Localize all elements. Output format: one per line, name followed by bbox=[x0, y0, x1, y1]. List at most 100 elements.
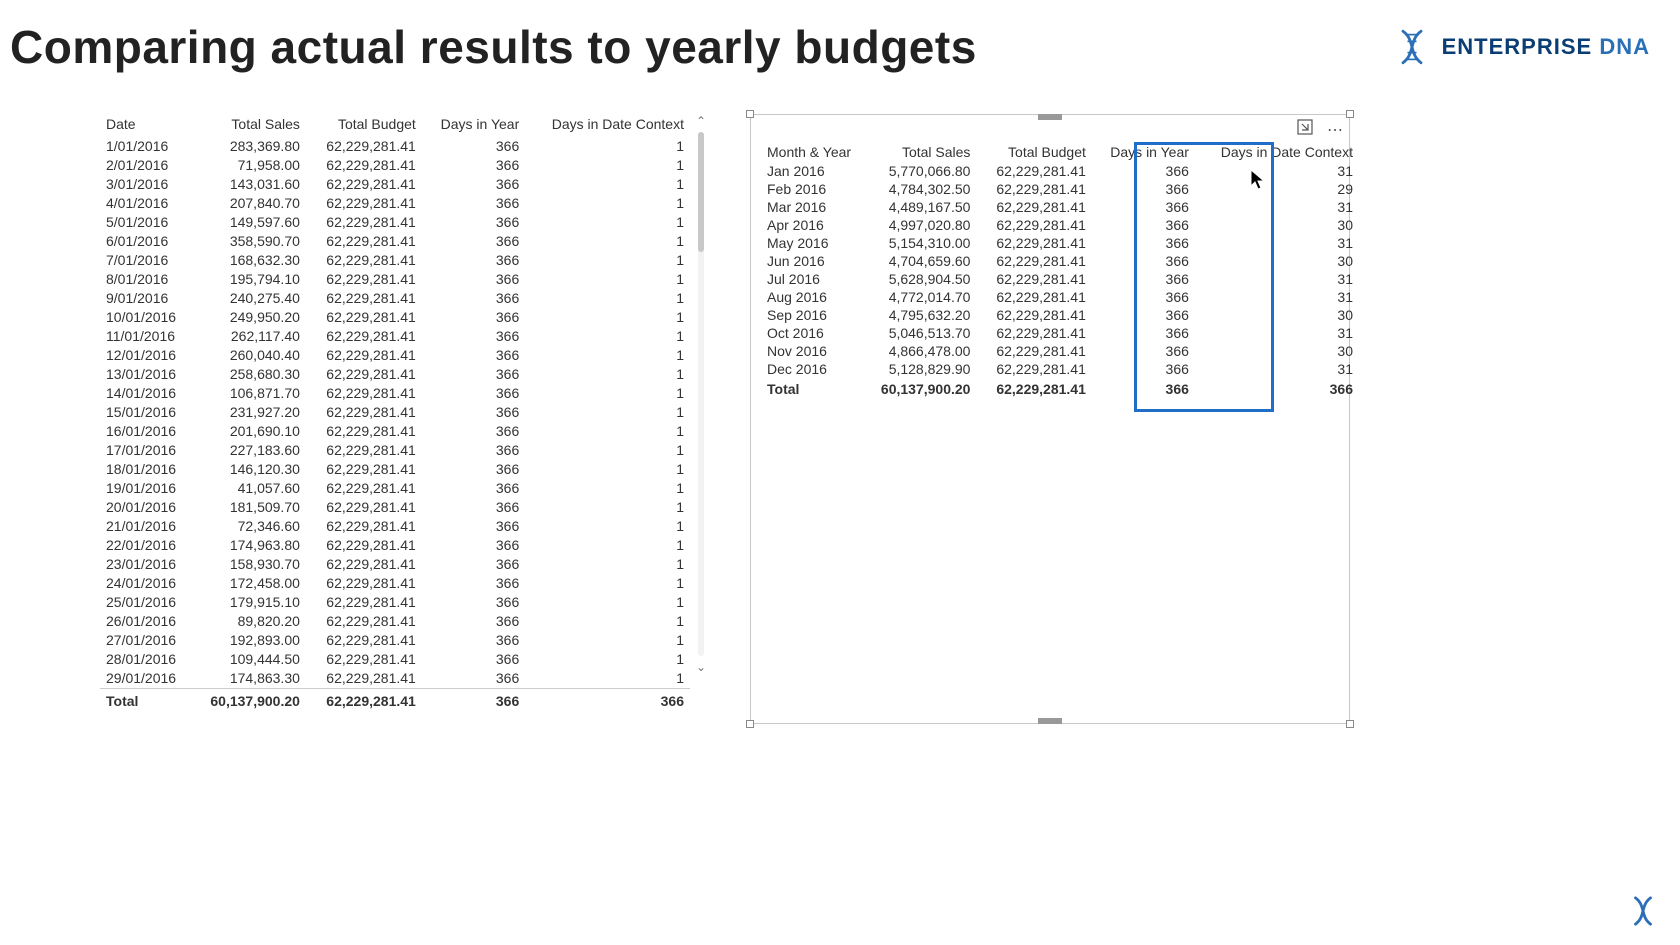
table-cell[interactable]: 62,229,281.41 bbox=[306, 289, 422, 308]
monthly-table-visual[interactable]: ⋯ Month & YearTotal SalesTotal BudgetDay… bbox=[750, 114, 1350, 724]
table-cell[interactable]: 1 bbox=[525, 270, 690, 289]
table-cell[interactable]: 366 bbox=[1092, 162, 1195, 180]
table-row[interactable]: 3/01/2016143,031.6062,229,281.413661 bbox=[100, 175, 690, 194]
table-cell[interactable]: 1 bbox=[525, 517, 690, 536]
table-row[interactable]: Dec 20165,128,829.9062,229,281.4136631 bbox=[761, 360, 1359, 378]
table-cell[interactable]: 6/01/2016 bbox=[100, 232, 190, 251]
table-cell[interactable]: 62,229,281.41 bbox=[306, 536, 422, 555]
table-cell[interactable]: 62,229,281.41 bbox=[306, 384, 422, 403]
table-row[interactable]: 25/01/2016179,915.1062,229,281.413661 bbox=[100, 593, 690, 612]
table-cell[interactable]: 62,229,281.41 bbox=[306, 479, 422, 498]
table-row[interactable]: Jan 20165,770,066.8062,229,281.4136631 bbox=[761, 162, 1359, 180]
table-row[interactable]: 21/01/201672,346.6062,229,281.413661 bbox=[100, 517, 690, 536]
column-header[interactable]: Month & Year bbox=[761, 143, 861, 162]
table-cell[interactable]: 62,229,281.41 bbox=[976, 234, 1091, 252]
table-cell[interactable]: 174,863.30 bbox=[190, 669, 306, 689]
table-cell[interactable]: 258,680.30 bbox=[190, 365, 306, 384]
table-row[interactable]: Nov 20164,866,478.0062,229,281.4136630 bbox=[761, 342, 1359, 360]
table-cell[interactable]: Apr 2016 bbox=[761, 216, 861, 234]
table-cell[interactable]: 1 bbox=[525, 403, 690, 422]
table-cell[interactable]: 41,057.60 bbox=[190, 479, 306, 498]
column-header[interactable]: Days in Date Context bbox=[1195, 143, 1359, 162]
table-cell[interactable]: 4,489,167.50 bbox=[861, 198, 976, 216]
table-cell[interactable]: 366 bbox=[422, 270, 525, 289]
table-cell[interactable]: 23/01/2016 bbox=[100, 555, 190, 574]
table-cell[interactable]: 31 bbox=[1195, 288, 1359, 306]
table-cell[interactable]: 366 bbox=[1092, 288, 1195, 306]
table-cell[interactable]: 31 bbox=[1195, 198, 1359, 216]
table-cell[interactable]: Aug 2016 bbox=[761, 288, 861, 306]
table-cell[interactable]: 30 bbox=[1195, 252, 1359, 270]
table-row[interactable]: 11/01/2016262,117.4062,229,281.413661 bbox=[100, 327, 690, 346]
table-cell[interactable]: 89,820.20 bbox=[190, 612, 306, 631]
table-cell[interactable]: 30 bbox=[1195, 342, 1359, 360]
table-cell[interactable]: 1 bbox=[525, 289, 690, 308]
table-cell[interactable]: 366 bbox=[422, 251, 525, 270]
table-cell[interactable]: Mar 2016 bbox=[761, 198, 861, 216]
table-cell[interactable]: 366 bbox=[422, 156, 525, 175]
table-cell[interactable]: 1 bbox=[525, 631, 690, 650]
table-row[interactable]: Sep 20164,795,632.2062,229,281.4136630 bbox=[761, 306, 1359, 324]
table-cell[interactable]: 366 bbox=[422, 536, 525, 555]
table-row[interactable]: May 20165,154,310.0062,229,281.4136631 bbox=[761, 234, 1359, 252]
table-cell[interactable]: 62,229,281.41 bbox=[306, 194, 422, 213]
table-cell[interactable]: 240,275.40 bbox=[190, 289, 306, 308]
table-cell[interactable]: 366 bbox=[1092, 342, 1195, 360]
table-cell[interactable]: 1 bbox=[525, 574, 690, 593]
table-cell[interactable]: Jan 2016 bbox=[761, 162, 861, 180]
table-cell[interactable]: 366 bbox=[1092, 216, 1195, 234]
table-cell[interactable]: 1 bbox=[525, 555, 690, 574]
table-cell[interactable]: 62,229,281.41 bbox=[976, 162, 1091, 180]
table-cell[interactable]: 1 bbox=[525, 251, 690, 270]
table-cell[interactable]: 366 bbox=[422, 136, 525, 156]
table-cell[interactable]: Feb 2016 bbox=[761, 180, 861, 198]
table-cell[interactable]: 19/01/2016 bbox=[100, 479, 190, 498]
table-cell[interactable]: 28/01/2016 bbox=[100, 650, 190, 669]
table-cell[interactable]: 4,997,020.80 bbox=[861, 216, 976, 234]
table-cell[interactable]: 31 bbox=[1195, 234, 1359, 252]
table-cell[interactable]: 179,915.10 bbox=[190, 593, 306, 612]
table-row[interactable]: Apr 20164,997,020.8062,229,281.4136630 bbox=[761, 216, 1359, 234]
table-cell[interactable]: 62,229,281.41 bbox=[306, 498, 422, 517]
table-cell[interactable]: 10/01/2016 bbox=[100, 308, 190, 327]
table-cell[interactable]: 366 bbox=[422, 384, 525, 403]
table-cell[interactable]: 4,784,302.50 bbox=[861, 180, 976, 198]
selection-handle[interactable] bbox=[746, 110, 754, 118]
subscribe-icon[interactable] bbox=[1628, 896, 1658, 931]
table-cell[interactable]: 29/01/2016 bbox=[100, 669, 190, 689]
table-cell[interactable]: 4,772,014.70 bbox=[861, 288, 976, 306]
table-cell[interactable]: 366 bbox=[1092, 234, 1195, 252]
table-cell[interactable]: 181,509.70 bbox=[190, 498, 306, 517]
table-cell[interactable]: 8/01/2016 bbox=[100, 270, 190, 289]
table-cell[interactable]: 366 bbox=[422, 365, 525, 384]
table-cell[interactable]: 62,229,281.41 bbox=[976, 360, 1091, 378]
table-row[interactable]: 4/01/2016207,840.7062,229,281.413661 bbox=[100, 194, 690, 213]
table-cell[interactable]: 62,229,281.41 bbox=[976, 288, 1091, 306]
table-cell[interactable]: 172,458.00 bbox=[190, 574, 306, 593]
table-cell[interactable]: 366 bbox=[1092, 180, 1195, 198]
table-cell[interactable]: 71,958.00 bbox=[190, 156, 306, 175]
table-row[interactable]: 9/01/2016240,275.4062,229,281.413661 bbox=[100, 289, 690, 308]
table-cell[interactable]: 366 bbox=[422, 213, 525, 232]
column-header[interactable]: Total Budget bbox=[306, 114, 422, 136]
table-cell[interactable]: 31 bbox=[1195, 270, 1359, 288]
column-header[interactable]: Total Sales bbox=[190, 114, 306, 136]
table-cell[interactable]: 366 bbox=[1092, 270, 1195, 288]
table-cell[interactable]: 4,704,659.60 bbox=[861, 252, 976, 270]
table-cell[interactable]: 366 bbox=[1092, 360, 1195, 378]
table-cell[interactable]: 1 bbox=[525, 346, 690, 365]
table-cell[interactable]: 14/01/2016 bbox=[100, 384, 190, 403]
table-cell[interactable]: Nov 2016 bbox=[761, 342, 861, 360]
table-cell[interactable]: Jun 2016 bbox=[761, 252, 861, 270]
table-cell[interactable]: 174,963.80 bbox=[190, 536, 306, 555]
table-cell[interactable]: 366 bbox=[422, 232, 525, 251]
table-cell[interactable]: Oct 2016 bbox=[761, 324, 861, 342]
table-cell[interactable]: 366 bbox=[422, 593, 525, 612]
table-cell[interactable]: Sep 2016 bbox=[761, 306, 861, 324]
table-cell[interactable]: 13/01/2016 bbox=[100, 365, 190, 384]
table-row[interactable]: 23/01/2016158,930.7062,229,281.413661 bbox=[100, 555, 690, 574]
column-header[interactable]: Total Budget bbox=[976, 143, 1091, 162]
table-cell[interactable]: 62,229,281.41 bbox=[306, 441, 422, 460]
table-cell[interactable]: 62,229,281.41 bbox=[306, 422, 422, 441]
table-cell[interactable]: 31 bbox=[1195, 324, 1359, 342]
